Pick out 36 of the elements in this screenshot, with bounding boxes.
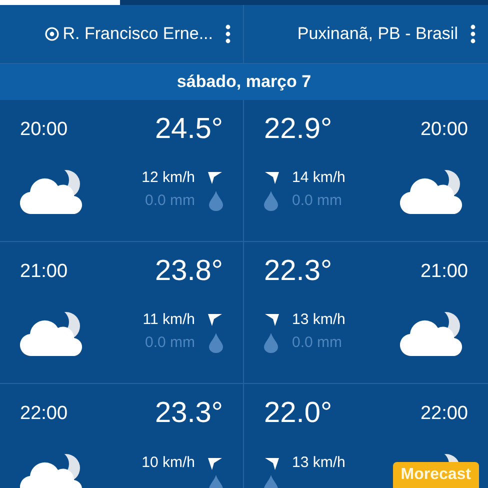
wind-speed: 10 km/h [142,453,195,474]
wind-speed: 13 km/h [292,453,346,474]
hour-label: 22:00 [420,402,468,426]
precipitation: 0.0 mm [292,190,342,210]
wind-arrow-icon [207,456,223,472]
wind-arrow-icon [207,312,223,328]
temperature: 23.3° [154,396,223,431]
hour-label: 21:00 [420,260,468,284]
temperature: 22.9° [264,112,332,147]
raindrop-icon [209,332,223,353]
raindrop-icon [209,190,223,211]
hour-label: 22:00 [20,402,68,426]
precipitation: 0.0 mm [144,332,195,352]
location-name[interactable]: R. Francisco Erne... [62,21,213,47]
hour-label: 21:00 [20,260,68,284]
wind-speed: 14 km/h [292,168,346,188]
brand-name: Morecast [400,465,471,485]
hour-label: 20:00 [20,118,68,142]
more-icon[interactable] [470,24,476,44]
wind-speed: 13 km/h [292,310,346,330]
more-icon[interactable] [225,24,231,44]
wind-speed: 12 km/h [142,168,195,188]
temperature: 23.8° [154,254,223,289]
location-name[interactable]: Puxinanã, PB - Brasil [297,21,458,47]
wind-arrow-icon [264,456,280,472]
precipitation: 0.0 mm [144,190,195,210]
precipitation: 0.0 mm [292,332,342,352]
wind-arrow-icon [207,170,223,186]
temperature: 24.5° [154,112,223,147]
raindrop-icon [264,332,278,353]
hour-label: 20:00 [420,118,468,142]
temperature: 22.3° [264,254,332,289]
raindrop-icon [264,190,278,211]
temperature: 22.0° [264,396,332,431]
wind-speed: 11 km/h [142,310,195,330]
date-heading: sábado, março 7 [176,71,312,94]
